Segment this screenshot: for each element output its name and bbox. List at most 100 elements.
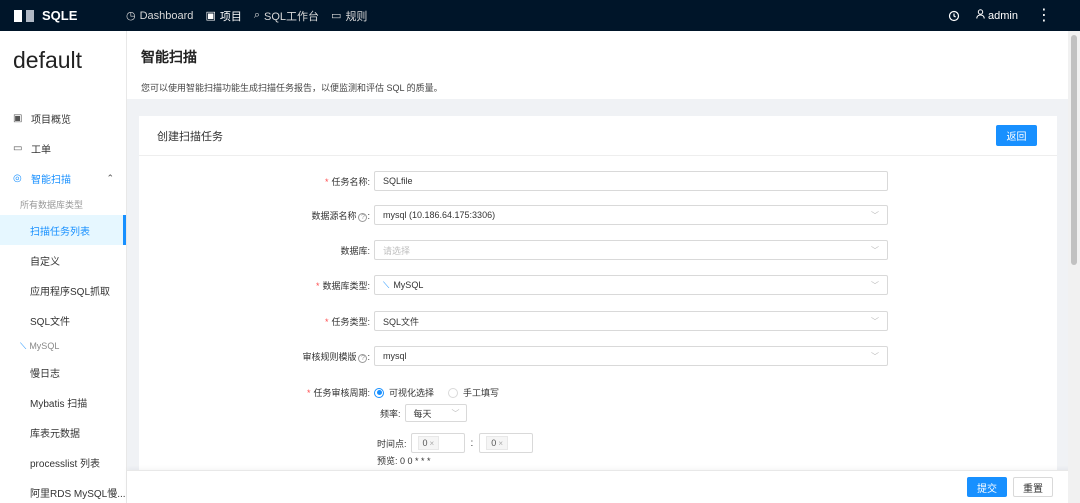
freq-label: 频率: [380,408,401,419]
task-type-select[interactable]: SQL文件 ﹀ [374,311,888,331]
dashboard-icon: ◷ [126,10,136,22]
radio-manual-input[interactable]: 手工填写 [448,386,499,399]
scan-icon: ◎ [13,172,22,184]
freq-select[interactable]: 每天 ﹀ [404,404,467,422]
form-row-preview: 预览: 0 0 * * * [377,454,431,467]
history-icon[interactable] [948,10,960,22]
main-nav: ◷ Dashboard ▣ 项目 ⌕ SQL工作台 ▭ 规则 [126,8,379,24]
nav-dashboard[interactable]: ◷ Dashboard [126,9,194,23]
sidebar-item-smart-scan[interactable]: ◎ 智能扫描 ⌃ [0,163,126,193]
overview-icon: ▣ [13,112,23,124]
radio-label: 手工填写 [463,388,500,398]
mysql-dolphin-icon: ⟍ [383,279,390,290]
form-row-time: 时间点: 0 × : 0 × [377,433,534,453]
sidebar-item-label: 智能扫描 [31,174,71,186]
tag-value: 0 [491,438,497,448]
close-icon[interactable]: × [430,439,435,448]
help-icon[interactable]: ? [358,353,368,363]
search-icon: ⌕ [253,9,261,21]
form-row-task-name: * 任务名称: SQLfile [139,171,888,191]
form-row-rule-template: 审核规则模版?: mysql ﹀ [139,346,888,366]
reset-button[interactable]: 重置 [1013,477,1053,497]
cron-preview: 预览: 0 0 * * * [377,456,431,466]
chevron-down-icon: ﹀ [871,316,879,326]
user-menu[interactable]: admin [976,9,1018,22]
top-right-actions: admin ⋮ [932,7,1080,24]
field-value: 每天 [413,408,432,419]
nav-project[interactable]: ▣ 项目 [205,8,241,24]
db-type-label: * 数据库类型: [315,280,370,291]
sidebar-item-aliyun-rds[interactable]: 阿里RDS MySQL慢... [0,477,126,503]
sidebar: default ▣ 项目概览 ▭ 工单 ◎ 智能扫描 ⌃ 所有数据库类型 扫描任… [0,31,127,503]
user-name: admin [988,9,1018,22]
mysql-dolphin-icon: ⟍ [20,340,27,351]
sidebar-item-orders[interactable]: ▭ 工单 [0,133,126,163]
datasource-select[interactable]: mysql (10.186.64.175:3306) ﹀ [374,205,888,225]
sidebar-item-overview[interactable]: ▣ 项目概览 [0,103,126,133]
create-task-card: 创建扫描任务 返回 * 任务名称: SQLfile 数据源名称?: mysql (… [139,116,1057,503]
brand-logo[interactable]: SQLE [0,8,126,23]
page-scrollbar[interactable] [1068,31,1080,503]
cycle-label: * 任务审核周期: [306,388,370,398]
form-row-freq: 频率: 每天 ﹀ [380,404,467,422]
group-mysql-label: MySQL [29,341,60,351]
sidebar-item-scan-task-list[interactable]: 扫描任务列表 [0,215,126,245]
task-type-label: * 任务类型: [324,316,370,327]
db-type-select[interactable]: ⟍ MySQL ﹀ [374,275,888,295]
radio-visual-select[interactable]: 可视化选择 [374,386,434,399]
logo-icon [14,9,34,22]
group-all-db: 所有数据库类型 [20,199,84,210]
nav-label: SQL工作台 [264,10,320,23]
datasource-label: 数据源名称?: [311,210,370,222]
time-separator: : [470,437,474,449]
sidebar-item-processlist[interactable]: processlist 列表 [0,447,126,477]
label-text: 任务类型: [331,316,370,327]
sidebar-item-app-sql[interactable]: 应用程序SQL抓取 [0,275,126,305]
help-icon[interactable]: ? [358,212,368,222]
top-navbar: SQLE ◷ Dashboard ▣ 项目 ⌕ SQL工作台 ▭ 规则 admi… [0,0,1080,31]
minute-select[interactable]: 0 × [479,433,534,453]
radio-dot [374,387,384,398]
form-row-task-type: * 任务类型: SQL文件 ﹀ [139,311,888,331]
brand-name: SQLE [42,8,78,23]
submit-button[interactable]: 提交 [967,477,1007,497]
chevron-down-icon: ﹀ [871,351,879,361]
field-placeholder: 请选择 [383,245,411,256]
task-name-label: * 任务名称: [324,176,370,187]
label-text: 数据源名称 [311,210,357,221]
field-value: SQL文件 [383,316,420,327]
card-header: 创建扫描任务 [139,116,1057,156]
sidebar-item-custom[interactable]: 自定义 [0,245,126,275]
radio-dot [448,387,459,398]
rule-template-select[interactable]: mysql ﹀ [374,346,888,366]
form-footer: 提交 重置 [127,470,1080,503]
sidebar-item-slow-log[interactable]: 慢日志 [0,357,126,387]
form-row-datasource: 数据源名称?: mysql (10.186.64.175:3306) ﹀ [139,205,888,225]
nav-label: Dashboard [139,9,194,22]
field-value: MySQL [393,280,424,290]
more-menu-icon[interactable]: ⋮ [1036,7,1052,24]
close-icon[interactable]: × [498,439,503,448]
page-title: 智能扫描 [141,49,197,65]
chevron-down-icon: ﹀ [451,408,460,418]
nav-rules[interactable]: ▭ 规则 [331,8,367,24]
label-text: 任务审核周期: [313,388,370,398]
task-name-input[interactable]: SQLfile [374,171,888,191]
field-value: mysql [383,351,407,361]
sidebar-item-label: 工单 [31,144,51,156]
back-button[interactable]: 返回 [996,125,1037,146]
form-row-database: 数据库: 请选择 ﹀ [139,240,888,260]
hour-select[interactable]: 0 × [410,433,465,453]
chevron-down-icon: ﹀ [871,210,879,220]
scrollbar-thumb[interactable] [1071,35,1077,265]
nav-label: 规则 [345,10,368,23]
sidebar-item-metadata[interactable]: 库表元数据 [0,417,126,447]
user-icon [976,9,985,22]
nav-label: 项目 [219,10,242,23]
database-select[interactable]: 请选择 ﹀ [374,240,888,260]
tag-value: 0 [422,438,428,448]
sidebar-item-mybatis[interactable]: Mybatis 扫描 [0,387,126,417]
nav-sql-workbench[interactable]: ⌕ SQL工作台 [254,8,319,24]
card-title: 创建扫描任务 [157,130,223,143]
sidebar-item-sql-file[interactable]: SQL文件 [0,305,126,335]
